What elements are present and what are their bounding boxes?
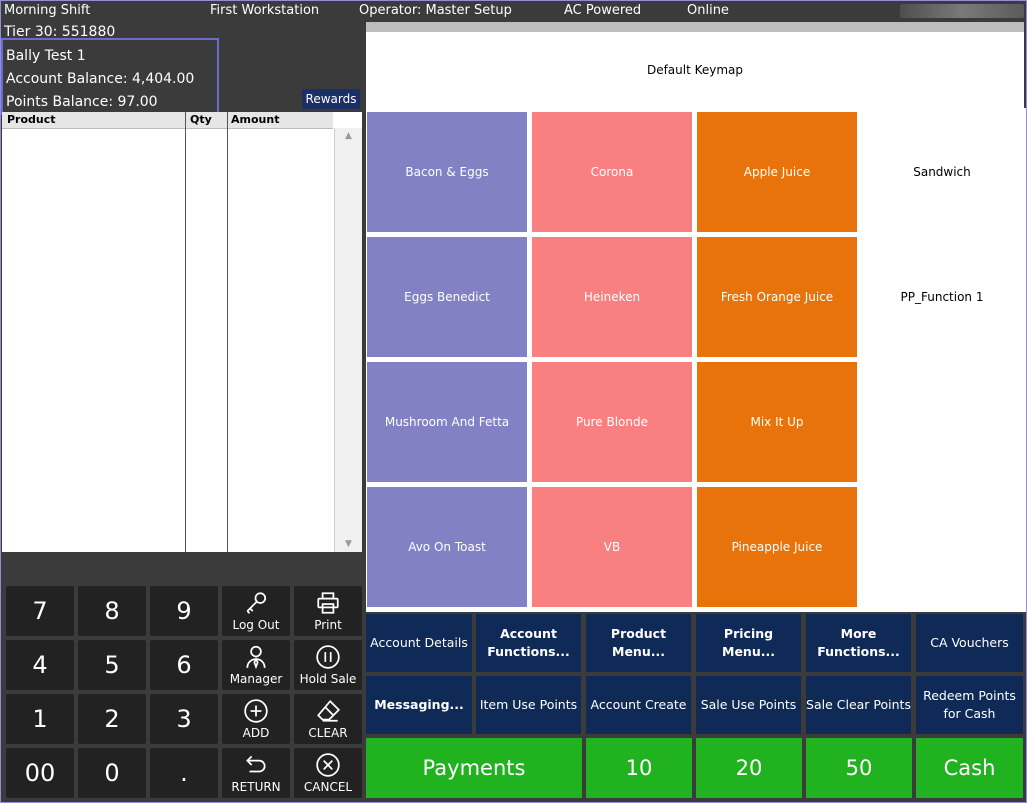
printer-icon (317, 592, 339, 614)
column-amount: Amount (231, 113, 280, 126)
sale-use-points-button[interactable]: Sale Use Points (696, 676, 801, 734)
column-product: Product (7, 113, 56, 126)
grid-header: Product Qty Amount (2, 112, 333, 129)
product-tile[interactable]: Sandwich (862, 112, 1022, 232)
key-3[interactable]: 3 (150, 694, 218, 744)
product-tile[interactable]: Pineapple Juice (697, 487, 857, 607)
product-tile[interactable]: Avo On Toast (367, 487, 527, 607)
keymap-title: Default Keymap (366, 32, 1024, 108)
rewards-button[interactable]: Rewards (302, 89, 360, 109)
eraser-icon (317, 699, 341, 722)
add-label: ADD (242, 726, 270, 740)
product-tile[interactable]: Pure Blonde (532, 362, 692, 482)
key-8[interactable]: 8 (78, 586, 146, 636)
product-tile[interactable]: Fresh Orange Juice (697, 237, 857, 357)
product-tile[interactable]: VB (532, 487, 692, 607)
clear-button[interactable]: CLEAR (294, 694, 362, 744)
workstation-label: First Workstation (210, 3, 320, 18)
key-2[interactable]: 2 (78, 694, 146, 744)
account-balance: Account Balance: 4,404.00 (6, 71, 195, 87)
return-arrow-icon (246, 755, 266, 773)
manager-icon (246, 645, 266, 670)
pause-icon (316, 645, 340, 669)
messaging-button[interactable]: Messaging... (366, 676, 472, 734)
scroll-down-icon[interactable]: ▼ (335, 536, 362, 552)
product-tile[interactable]: Heineken (532, 237, 692, 357)
ca-vouchers-button[interactable]: CA Vouchers (916, 614, 1023, 672)
redeem-points-for-cash-button[interactable]: Redeem Points for Cash (916, 676, 1023, 734)
return-label: RETURN (231, 780, 281, 794)
account-create-button[interactable]: Account Create (586, 676, 691, 734)
sale-clear-points-button[interactable]: Sale Clear Points (806, 676, 911, 734)
column-qty: Qty (190, 113, 212, 126)
status-bar: Morning Shift First Workstation Operator… (0, 0, 1027, 22)
product-keymap: Bacon & Eggs Corona Apple Juice Sandwich… (366, 108, 1027, 612)
more-functions-button[interactable]: More Functions... (806, 614, 911, 672)
hold-sale-label: Hold Sale (299, 672, 357, 686)
scroll-up-icon[interactable]: ▲ (335, 128, 362, 144)
account-name: Bally Test 1 (6, 48, 86, 64)
cancel-label: CANCEL (303, 780, 353, 794)
manager-label: Manager (229, 672, 283, 686)
shift-label: Morning Shift (4, 3, 91, 18)
grid-scrollbar[interactable]: ▲ ▼ (334, 128, 362, 552)
key-00[interactable]: 00 (6, 748, 74, 798)
plus-circle-icon (244, 699, 268, 723)
product-tile[interactable]: Bacon & Eggs (367, 112, 527, 232)
account-details-button[interactable]: Account Details (366, 614, 472, 672)
manager-button[interactable]: Manager (222, 640, 290, 690)
operator-label: Operator: Master Setup (359, 3, 512, 18)
log-out-button[interactable]: Log Out (222, 586, 290, 636)
account-info-panel: Bally Test 1 Account Balance: 4,404.00 P… (1, 38, 219, 115)
key-7[interactable]: 7 (6, 586, 74, 636)
cash-button[interactable]: Cash (916, 738, 1023, 798)
tender-20-button[interactable]: 20 (696, 738, 802, 798)
key-4[interactable]: 4 (6, 640, 74, 690)
tender-50-button[interactable]: 50 (806, 738, 912, 798)
product-tile[interactable]: Apple Juice (697, 112, 857, 232)
payments-button[interactable]: Payments (366, 738, 582, 798)
power-status: AC Powered (564, 3, 642, 18)
product-tile[interactable]: Mushroom And Fetta (367, 362, 527, 482)
clear-label: CLEAR (308, 726, 348, 740)
item-use-points-button[interactable]: Item Use Points (476, 676, 581, 734)
log-out-label: Log Out (232, 618, 280, 632)
print-button[interactable]: Print (294, 586, 362, 636)
account-functions-button[interactable]: Account Functions... (476, 614, 581, 672)
pricing-menu-button[interactable]: Pricing Menu... (696, 614, 801, 672)
keymap-title-bar (366, 22, 1024, 32)
column-divider (185, 112, 186, 552)
sale-items-grid[interactable]: Product Qty Amount ▲ ▼ (2, 112, 362, 552)
product-tile[interactable]: Corona (532, 112, 692, 232)
key-9[interactable]: 9 (150, 586, 218, 636)
key-1[interactable]: 1 (6, 694, 74, 744)
points-balance: Points Balance: 97.00 (6, 94, 158, 110)
add-button[interactable]: ADD (222, 694, 290, 744)
key-6[interactable]: 6 (150, 640, 218, 690)
product-tile[interactable]: Mix It Up (697, 362, 857, 482)
connection-status: Online (687, 3, 729, 18)
tender-10-button[interactable]: 10 (586, 738, 692, 798)
close-circle-icon (316, 753, 340, 777)
key-5[interactable]: 5 (78, 640, 146, 690)
product-tile[interactable]: PP_Function 1 (862, 237, 1022, 357)
redacted-area (900, 4, 1024, 18)
key-icon (246, 592, 267, 614)
product-menu-button[interactable]: Product Menu... (586, 614, 691, 672)
product-tile[interactable]: Eggs Benedict (367, 237, 527, 357)
return-button[interactable]: RETURN (222, 748, 290, 798)
column-divider (227, 112, 228, 552)
print-label: Print (314, 618, 342, 632)
hold-sale-button[interactable]: Hold Sale (294, 640, 362, 690)
cancel-button[interactable]: CANCEL (294, 748, 362, 798)
key-0[interactable]: 0 (78, 748, 146, 798)
key-decimal[interactable]: . (150, 748, 218, 798)
